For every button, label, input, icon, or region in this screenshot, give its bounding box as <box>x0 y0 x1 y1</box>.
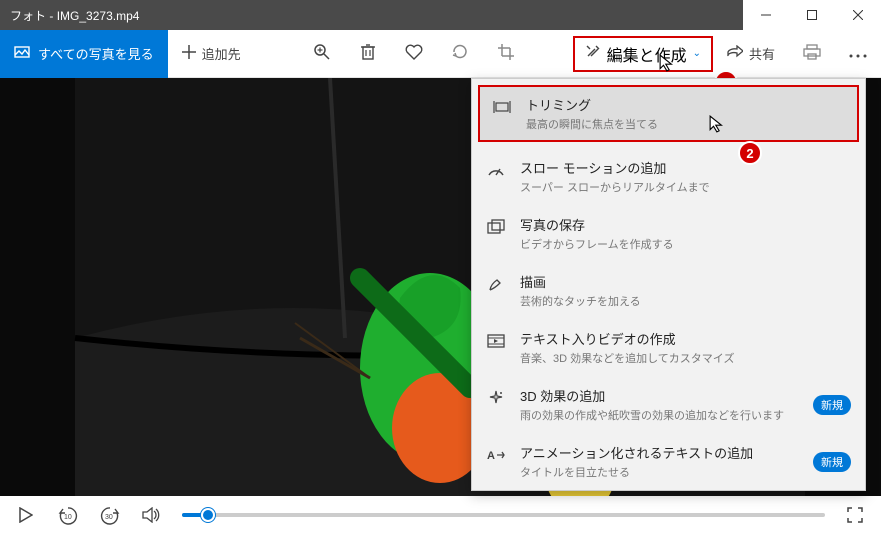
menu-item-trimming[interactable]: トリミング 最高の瞬間に焦点を当てる <box>478 85 859 142</box>
more-button[interactable] <box>835 30 881 78</box>
menu-item-title: 写真の保存 <box>520 215 674 234</box>
menu-item-animatedtext[interactable]: A アニメーション化されるテキストの追加 タイトルを目立たせる 新規 <box>472 433 865 490</box>
menu-item-3deffects[interactable]: 3D 効果の追加 雨の効果の作成や紙吹雪の効果の追加などを行います 新規 <box>472 376 865 433</box>
fullscreen-button[interactable] <box>843 503 867 527</box>
menu-item-title: トリミング <box>526 95 658 114</box>
edit-create-label: 編集と作成 <box>607 42 687 66</box>
print-icon <box>803 44 821 63</box>
frames-icon <box>486 217 506 237</box>
ellipsis-icon <box>849 46 867 61</box>
menu-item-title: テキスト入りビデオの作成 <box>520 329 734 348</box>
see-all-label: すべての写真を見る <box>38 44 154 63</box>
new-badge: 新規 <box>813 452 851 472</box>
print-button[interactable] <box>789 30 835 78</box>
see-all-photos-button[interactable]: すべての写真を見る <box>0 30 168 78</box>
filmstrip-icon <box>486 331 506 351</box>
add-to-button[interactable]: 追加先 <box>168 30 255 78</box>
share-icon <box>727 45 743 62</box>
rotate-icon <box>451 43 469 64</box>
share-label: 共有 <box>749 44 775 63</box>
menu-item-sub: ビデオからフレームを作成する <box>520 236 674 252</box>
zoom-icon <box>313 43 331 64</box>
player-controls: 10 30 <box>0 496 881 534</box>
svg-text:30: 30 <box>105 514 113 521</box>
svg-text:10: 10 <box>64 514 72 521</box>
trash-icon <box>360 43 376 64</box>
close-button[interactable] <box>835 0 881 30</box>
skip-back-button[interactable]: 10 <box>56 503 80 527</box>
edit-create-menu: トリミング 最高の瞬間に焦点を当てる 2 スロー モーションの追加 スーパー ス… <box>471 78 866 491</box>
menu-item-sub: タイトルを目立たせる <box>520 464 753 480</box>
text-animate-icon: A <box>486 445 506 465</box>
edit-and-create-button[interactable]: 編集と作成 ⌄ <box>573 36 713 72</box>
menu-item-sub: 雨の効果の作成や紙吹雪の効果の追加などを行います <box>520 407 784 423</box>
menu-item-sub: 音楽、3D 効果などを追加してカスタマイズ <box>520 350 734 366</box>
menu-item-savephoto[interactable]: 写真の保存 ビデオからフレームを作成する <box>472 205 865 262</box>
menu-item-title: アニメーション化されるテキストの追加 <box>520 443 753 462</box>
cursor-icon <box>709 115 727 138</box>
video-viewport: 1 トリミング 最高の瞬間に焦点を当てる 2 スロー モーションの追加 スーパー… <box>0 78 881 496</box>
rotate-button[interactable] <box>437 30 483 78</box>
sparkle-icon <box>486 388 506 408</box>
title-bar: フォト - IMG_3273.mp4 <box>0 0 881 30</box>
menu-item-title: スロー モーションの追加 <box>520 158 710 177</box>
trim-icon <box>492 97 512 117</box>
add-to-label: 追加先 <box>202 44 241 63</box>
crop-button[interactable] <box>483 30 529 78</box>
play-button[interactable] <box>14 503 38 527</box>
window-title: フォト - IMG_3273.mp4 <box>0 7 743 24</box>
menu-item-sub: 最高の瞬間に焦点を当てる <box>526 116 658 132</box>
menu-item-draw[interactable]: 描画 芸術的なタッチを加える <box>472 262 865 319</box>
maximize-button[interactable] <box>789 0 835 30</box>
speedometer-icon <box>486 160 506 180</box>
file-name: IMG_3273.mp4 <box>57 9 140 23</box>
volume-button[interactable] <box>140 503 164 527</box>
pen-icon <box>486 274 506 294</box>
app-name: フォト <box>10 9 46 23</box>
delete-button[interactable] <box>345 30 391 78</box>
photos-icon <box>14 44 30 63</box>
menu-item-sub: 芸術的なタッチを加える <box>520 293 641 309</box>
plus-icon <box>182 45 196 62</box>
skip-forward-button[interactable]: 30 <box>98 503 122 527</box>
menu-item-title: 3D 効果の追加 <box>520 386 784 405</box>
heart-icon <box>405 44 423 63</box>
seek-knob[interactable] <box>201 508 215 522</box>
menu-item-title: 描画 <box>520 272 641 291</box>
edit-icon <box>585 43 601 64</box>
toolbar: すべての写真を見る 追加先 編集と作成 ⌄ 共有 <box>0 30 881 78</box>
seek-slider[interactable] <box>182 513 825 517</box>
crop-icon <box>497 43 515 64</box>
minimize-button[interactable] <box>743 0 789 30</box>
svg-text:A: A <box>487 450 495 462</box>
favorite-button[interactable] <box>391 30 437 78</box>
menu-item-slowmotion[interactable]: スロー モーションの追加 スーパー スローからリアルタイムまで <box>472 148 865 205</box>
chevron-down-icon: ⌄ <box>693 48 701 59</box>
menu-item-textvideo[interactable]: テキスト入りビデオの作成 音楽、3D 効果などを追加してカスタマイズ <box>472 319 865 376</box>
zoom-button[interactable] <box>299 30 345 78</box>
menu-item-sub: スーパー スローからリアルタイムまで <box>520 179 710 195</box>
new-badge: 新規 <box>813 395 851 415</box>
